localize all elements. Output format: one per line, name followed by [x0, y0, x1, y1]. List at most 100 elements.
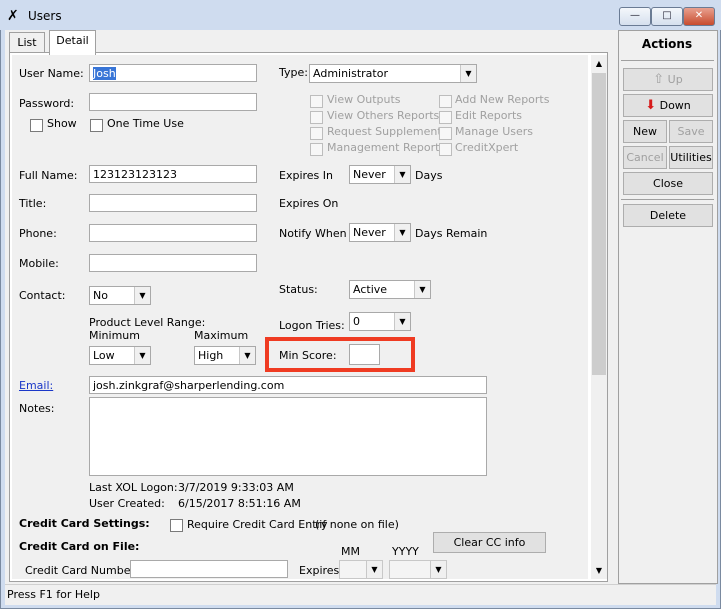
maximum-value: High: [198, 349, 224, 362]
scroll-up-icon[interactable]: ▲: [591, 55, 607, 72]
user-name-value: Josh: [93, 67, 116, 80]
up-label: Up: [667, 73, 683, 86]
expires-in-select[interactable]: Never ▼: [349, 165, 411, 184]
logon-tries-select[interactable]: 0 ▼: [349, 312, 411, 331]
notes-textarea[interactable]: [89, 397, 487, 476]
expires-on-label: Expires On: [279, 197, 339, 210]
actions-divider: [621, 60, 714, 61]
save-button[interactable]: Save: [669, 120, 713, 143]
perm-management-reports-checkbox[interactable]: [310, 143, 323, 156]
mobile-input[interactable]: [89, 254, 257, 272]
mobile-label: Mobile:: [19, 257, 59, 270]
tab-list[interactable]: List: [9, 32, 45, 53]
actions-header: Actions: [641, 37, 693, 51]
maximize-button[interactable]: □: [651, 7, 683, 26]
minimize-button[interactable]: —: [619, 7, 651, 26]
status-select[interactable]: Active ▼: [349, 280, 431, 299]
delete-button[interactable]: Delete: [623, 204, 713, 227]
down-arrow-icon: ⬇: [645, 98, 657, 113]
perm-view-outputs-checkbox[interactable]: [310, 95, 323, 108]
cc-month-select[interactable]: ▼: [339, 560, 383, 579]
type-select[interactable]: Administrator ▼: [309, 64, 477, 83]
user-name-input[interactable]: Josh: [89, 64, 257, 82]
scroll-thumb[interactable]: [592, 73, 606, 375]
perm-add-new-reports-checkbox[interactable]: [439, 95, 452, 108]
cc-year-select[interactable]: ▼: [389, 560, 447, 579]
days-remain-label: Days Remain: [415, 227, 488, 240]
one-time-use-checkbox[interactable]: [90, 119, 103, 132]
last-logon-label: Last XOL Logon:: [89, 481, 178, 494]
notify-when-value: Never: [353, 226, 386, 239]
perm-creditxpert-checkbox[interactable]: [439, 143, 452, 156]
title-input[interactable]: [89, 194, 257, 212]
perm-edit-reports-label: Edit Reports: [455, 109, 522, 122]
scroll-down-icon[interactable]: ▼: [591, 562, 607, 579]
password-input[interactable]: [89, 93, 257, 111]
email-link[interactable]: Email:: [19, 379, 53, 392]
full-name-input[interactable]: 123123123123: [89, 165, 257, 183]
tab-detail[interactable]: Detail: [49, 30, 96, 55]
maximum-select[interactable]: High ▼: [194, 346, 256, 365]
up-button[interactable]: ⇧ Up: [623, 68, 713, 91]
show-password-checkbox[interactable]: [30, 119, 43, 132]
min-score-input[interactable]: [349, 344, 380, 365]
yyyy-label: YYYY: [392, 545, 419, 558]
utilities-button[interactable]: Utilities: [669, 146, 713, 169]
min-score-label: Min Score:: [279, 349, 337, 362]
down-button[interactable]: ⬇ Down: [623, 94, 713, 117]
new-button[interactable]: New: [623, 120, 667, 143]
clear-cc-button[interactable]: Clear CC info: [433, 532, 546, 553]
product-range-label: Product Level Range:: [89, 316, 206, 329]
contact-label: Contact:: [19, 289, 66, 302]
user-created-value: 6/15/2017 8:51:16 AM: [178, 497, 301, 510]
close-window-button[interactable]: ✕: [683, 7, 715, 26]
perm-view-outputs-label: View Outputs: [327, 93, 401, 106]
actions-divider-2: [621, 199, 714, 200]
perm-edit-reports-checkbox[interactable]: [439, 111, 452, 124]
chevron-down-icon: ▼: [134, 287, 150, 304]
chevron-down-icon: ▼: [460, 65, 476, 82]
form-scrollbar[interactable]: ▲ ▼: [591, 55, 607, 579]
one-time-use-label: One Time Use: [107, 117, 184, 130]
expires-label: Expires: [299, 564, 340, 577]
require-cc-note: (if none on file): [315, 518, 399, 531]
chevron-down-icon: ▼: [134, 347, 150, 364]
perm-request-supplements-checkbox[interactable]: [310, 127, 323, 140]
status-value: Active: [353, 283, 388, 296]
email-input[interactable]: josh.zinkgraf@sharperlending.com: [89, 376, 487, 394]
require-cc-checkbox[interactable]: [170, 519, 183, 532]
up-arrow-icon: ⇧: [653, 72, 665, 87]
chevron-down-icon: ▼: [239, 347, 255, 364]
contact-value: No: [93, 289, 108, 302]
perm-manage-users-checkbox[interactable]: [439, 127, 452, 140]
notify-when-select[interactable]: Never ▼: [349, 223, 411, 242]
perm-view-others-checkbox[interactable]: [310, 111, 323, 124]
type-label: Type:: [279, 66, 308, 79]
phone-label: Phone:: [19, 227, 57, 240]
cancel-button[interactable]: Cancel: [623, 146, 667, 169]
down-label: Down: [659, 99, 691, 112]
mm-label: MM: [341, 545, 360, 558]
perm-manage-users-label: Manage Users: [455, 125, 533, 138]
close-button[interactable]: Close: [623, 172, 713, 195]
detail-form: User Name: Josh Password: Show One Time …: [12, 55, 588, 579]
cc-number-input[interactable]: [130, 560, 288, 578]
phone-input[interactable]: [89, 224, 257, 242]
require-cc-label: Require Credit Card Entry: [187, 518, 328, 531]
chevron-down-icon: ▼: [394, 166, 410, 183]
notes-label: Notes:: [19, 402, 55, 415]
status-bar: Press F1 for Help: [5, 584, 716, 605]
chevron-down-icon: ▼: [366, 561, 382, 578]
logon-tries-label: Logon Tries:: [279, 319, 345, 332]
contact-select[interactable]: No ▼: [89, 286, 151, 305]
last-logon-value: 3/7/2019 9:33:03 AM: [178, 481, 294, 494]
perm-add-new-reports-label: Add New Reports: [455, 93, 550, 106]
title-label: Title:: [19, 197, 47, 210]
chevron-down-icon: ▼: [394, 224, 410, 241]
password-label: Password:: [19, 97, 75, 110]
title-bar: ✗ Users — □ ✕: [0, 0, 721, 30]
perm-view-others-label: View Others Reports: [327, 109, 440, 122]
full-name-label: Full Name:: [19, 169, 78, 182]
minimum-select[interactable]: Low ▼: [89, 346, 151, 365]
status-text: Press F1 for Help: [7, 588, 100, 601]
